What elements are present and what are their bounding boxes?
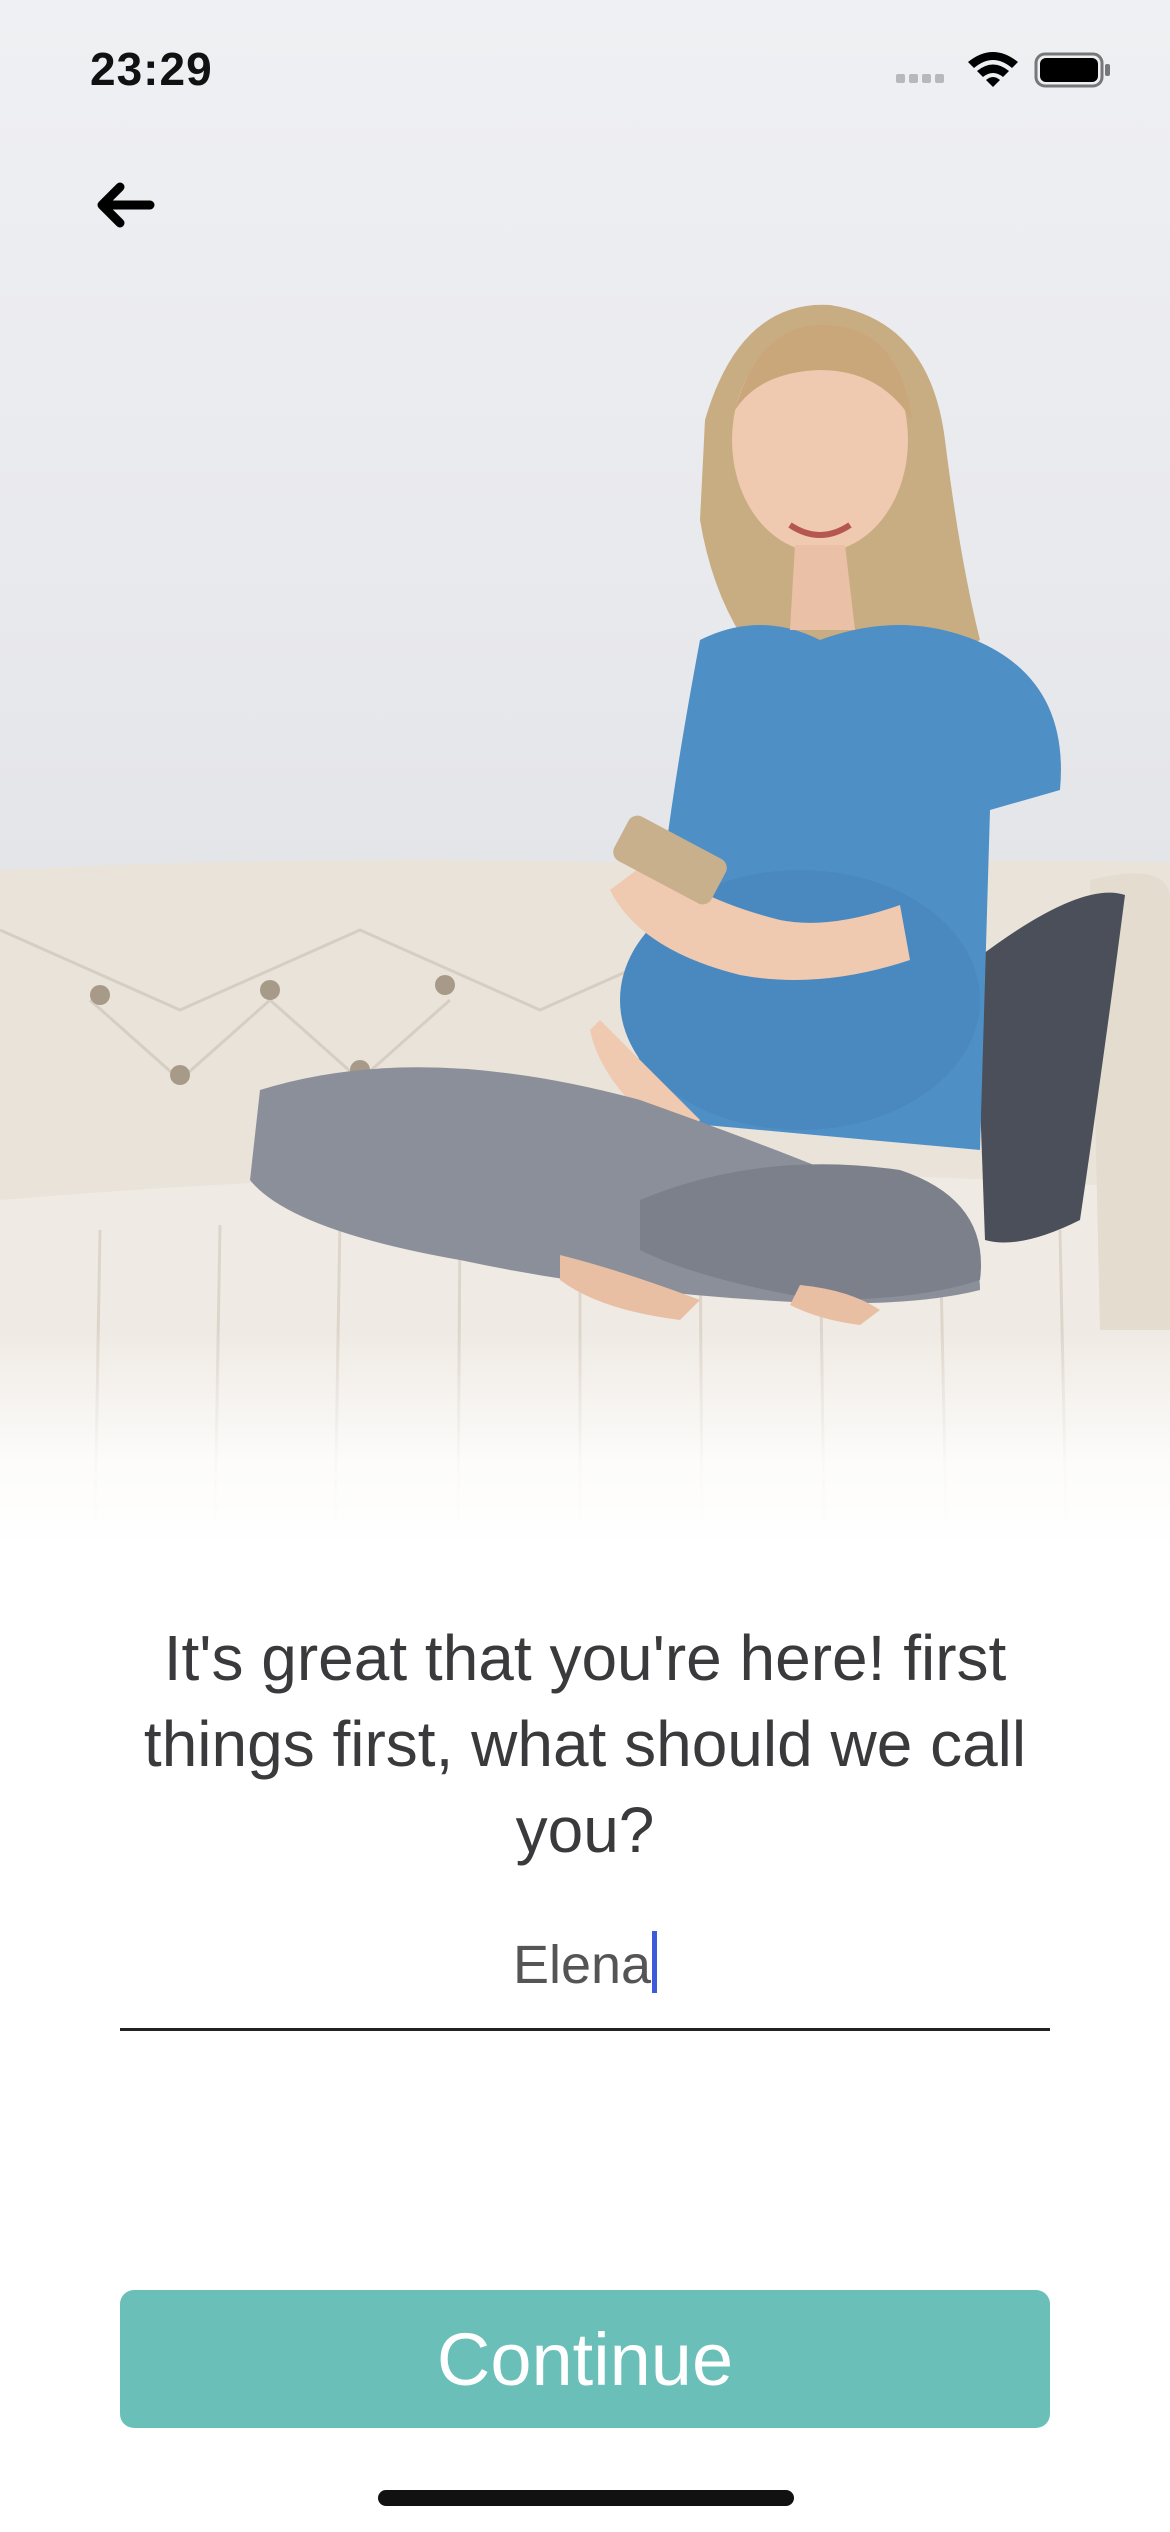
home-indicator	[378, 2490, 794, 2506]
continue-button[interactable]: Continue	[120, 2290, 1050, 2428]
name-input-value: Elena	[512, 1935, 652, 1995]
hero-photo	[0, 0, 1170, 1540]
wifi-icon	[968, 52, 1018, 87]
back-button[interactable]	[90, 175, 160, 235]
hero-fade-overlay	[0, 1330, 1170, 1540]
pregnant-woman-on-sofa-illustration	[0, 304, 1170, 1540]
arrow-left-icon	[97, 182, 155, 228]
status-icons	[896, 48, 1116, 98]
name-input-value-row: Elena	[120, 1930, 1050, 2000]
name-input[interactable]: Elena	[120, 1910, 1050, 2031]
battery-icon	[1034, 52, 1110, 88]
input-underline	[120, 2028, 1050, 2031]
status-time: 23:29	[90, 43, 213, 95]
onboarding-headline: It's great that you're here! first thing…	[143, 1622, 1027, 1866]
cellular-signal-icon	[896, 74, 944, 83]
text-caret	[652, 1931, 658, 1993]
